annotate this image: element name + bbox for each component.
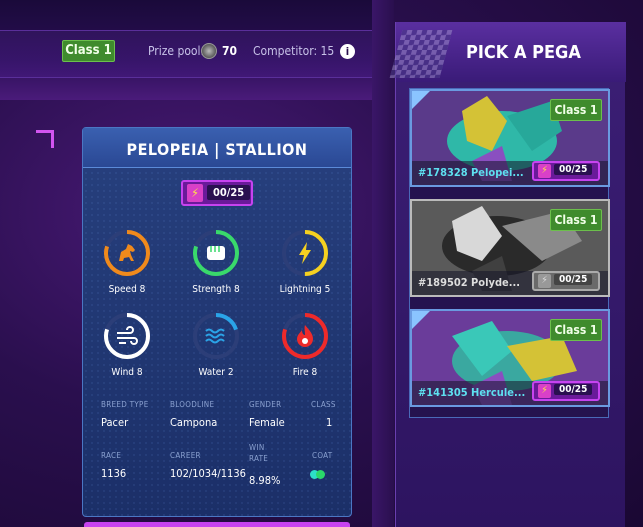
energy-value: 00/25 [207,185,251,200]
career-label: CAREER [170,451,201,460]
pick-a-pega-panel: PICK A PEGA Class 1 #178328 Pelopei... ⚡… [389,22,626,527]
wind-icon [117,326,138,345]
prize-pool-value: 70 [222,44,238,58]
corner-bracket-decoration [36,130,54,148]
next-card-edge [84,522,350,527]
pega-energy-badge: ⚡ 00/25 [532,161,600,181]
panel-divider [372,0,394,527]
pega-detail-card: PELOPEIA | STALLION ⚡ 00/25 Speed 8 Stre… [82,127,352,517]
pega-card-2[interactable]: Class 1 #189502 Polyde... ⚡ 00/25 [410,199,610,297]
pega-title: PELOPEIA | STALLION [126,140,308,159]
win-rate-label: WIN [249,443,265,452]
lightning-icon: ⚡ [538,274,551,288]
stat-label: Fire 8 [292,367,318,378]
pick-header: PICK A PEGA [389,22,626,82]
pega-energy-badge: ⚡ 00/25 [532,271,600,291]
stat-label: Wind 8 [111,367,143,378]
lightning-icon: ⚡ [538,164,551,178]
pega-energy-value: 00/25 [554,164,593,175]
energy-badge: ⚡ 00/25 [181,180,253,206]
stat-label: Water 2 [198,367,234,378]
stat-strength: Strength 8 [181,228,251,295]
stat-label: Lightning 5 [279,284,331,295]
stat-speed: Speed 8 [92,228,162,295]
corner-marker [412,91,430,109]
coin-icon [201,43,217,59]
fist-icon [207,246,225,260]
stat-lightning: Lightning 5 [270,228,340,295]
class-value: 1 [326,416,333,429]
competitor-count: Competitor: 15 [253,44,335,58]
lightning-ring [282,230,328,276]
bloodline-value: Campona [170,416,218,429]
stat-water: Water 2 [181,311,251,378]
pega-energy-badge: ⚡ 00/25 [532,381,600,401]
gender-value: Female [249,416,285,429]
win-rate-value: 8.98% [249,474,281,487]
pega-class-badge: Class 1 [550,209,602,231]
class-label: CLASS [311,400,336,409]
pega-name: #189502 Polyde... [418,276,521,289]
bloodline-label: BLOODLINE [170,400,215,409]
lightning-icon: ⚡ [538,384,551,398]
gender-label: GENDER [249,400,282,409]
fire-ring [282,313,328,359]
pega-name: #141305 Hercule... [418,386,526,399]
lightning-icon [299,242,311,264]
pega-name: #178328 Pelopei... [418,166,524,179]
pega-energy-value: 00/25 [554,384,593,395]
stat-wind: Wind 8 [92,311,162,378]
wind-ring [104,313,150,359]
breed-type-value: Pacer [101,416,129,429]
pega-card-1[interactable]: Class 1 #178328 Pelopei... ⚡ 00/25 [410,89,610,187]
coat-color-swatch-2 [316,470,325,479]
pega-class-badge: Class 1 [550,319,602,341]
card-title-bar: PELOPEIA | STALLION [83,128,351,168]
prize-pool-label: Prize pool: [148,44,205,58]
race-value: 1136 [101,467,127,480]
info-icon[interactable]: i [340,44,355,59]
water-ring [193,313,239,359]
pick-title: PICK A PEGA [466,42,581,63]
career-value: 102/1034/1136 [170,467,246,480]
pega-class-badge: Class 1 [550,99,602,121]
speed-ring [104,230,150,276]
pega-list: Class 1 #178328 Pelopei... ⚡ 00/25 Class… [409,88,610,418]
coat-label: COAT [312,451,333,460]
water-icon [205,328,225,344]
race-label: RACE [101,451,122,460]
breed-type-label: BREED TYPE [101,400,149,409]
class-badge: Class 1 [62,40,115,62]
stat-label: Strength 8 [192,284,240,295]
win-rate-label-2: RATE [249,454,269,463]
fire-icon [297,325,313,347]
stat-fire: Fire 8 [270,311,340,378]
horse-icon [119,244,135,261]
lightning-icon: ⚡ [187,184,203,202]
corner-marker [412,311,430,329]
stat-label: Speed 8 [108,284,146,295]
checkered-flag-icon [389,30,453,78]
pega-energy-value: 00/25 [554,274,593,285]
strength-ring [193,230,239,276]
pega-card-3[interactable]: Class 1 #141305 Hercule... ⚡ 00/25 [410,309,610,407]
